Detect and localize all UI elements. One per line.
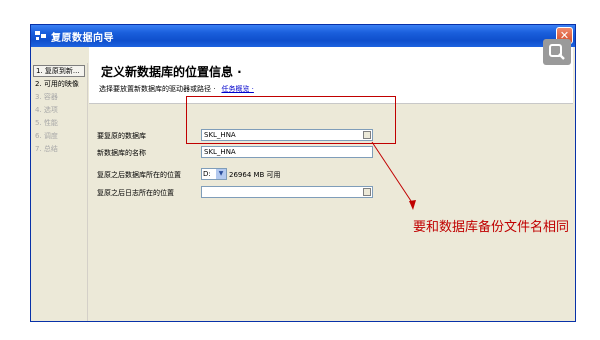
annotation-note: 要和数据库备份文件名相同 (413, 220, 570, 235)
zoom-search-icon[interactable] (543, 39, 571, 65)
annotation-arrow (371, 141, 416, 210)
